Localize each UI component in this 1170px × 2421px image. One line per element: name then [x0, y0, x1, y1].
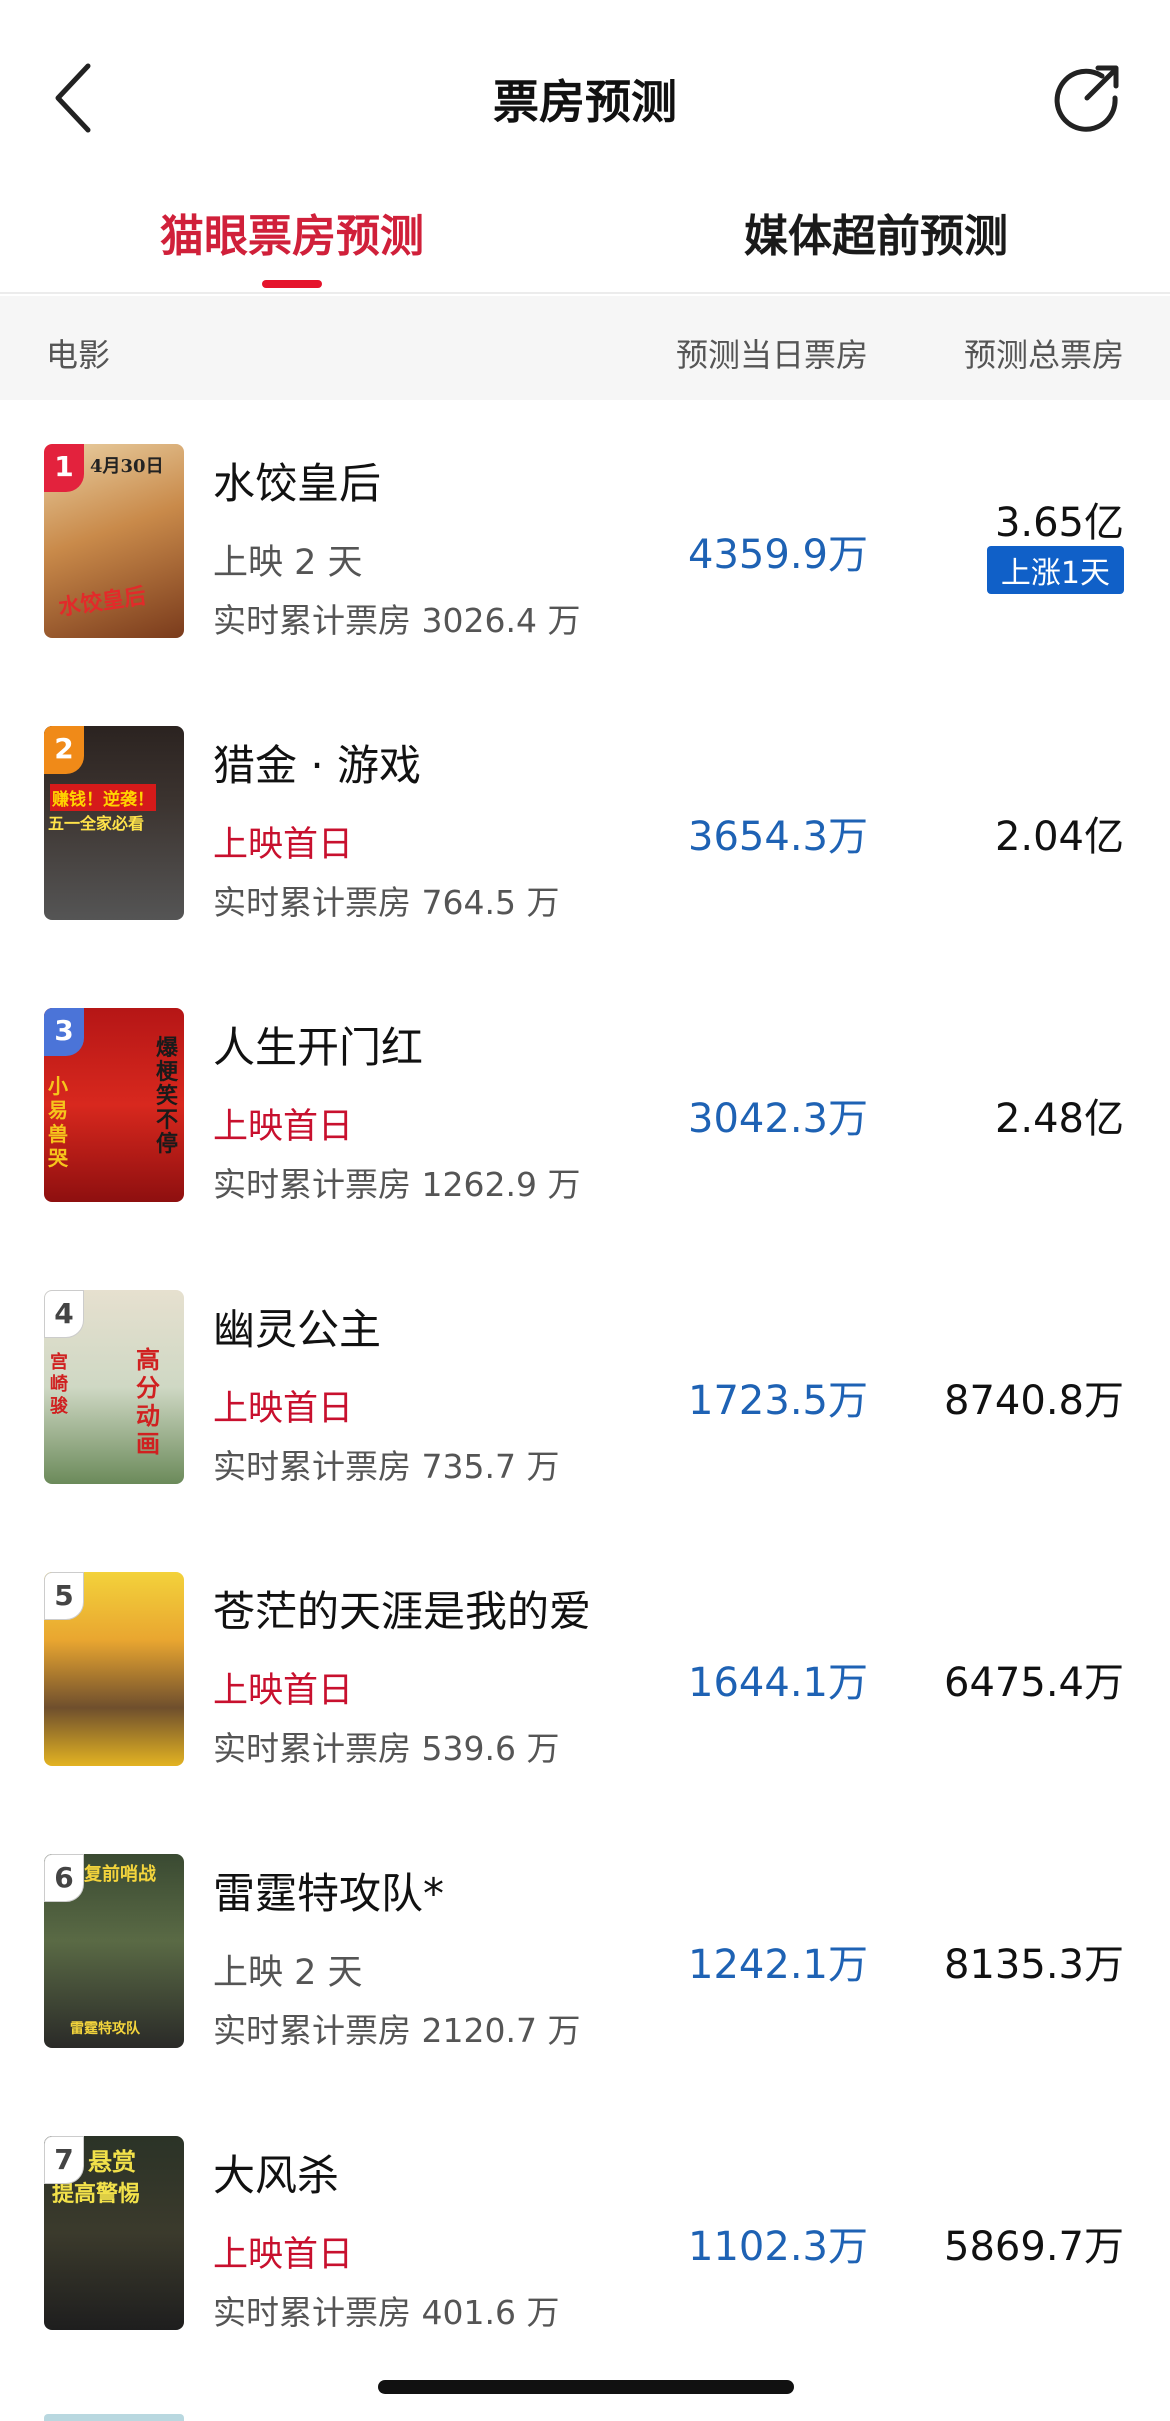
movie-poster: 悬赏 提高警惕 7	[44, 2136, 184, 2330]
trend-badge: 上涨1天	[986, 546, 1124, 594]
forecast-today-value: 4359.9万	[688, 532, 868, 578]
movie-title: 苍茫的天涯是我的爱	[213, 1587, 592, 1636]
movie-row[interactable]: 4月30日 水饺皇后 1 水饺皇后 上映 2 天 实时累计票房 3026.4 万…	[0, 400, 1170, 682]
nav-bar: 票房预测	[0, 0, 1170, 190]
movie-poster: 5	[44, 1572, 184, 1766]
realtime-box-office: 实时累计票房 2120.7 万	[213, 2011, 581, 2050]
poster-caption: 五一全家必看	[48, 814, 145, 833]
tab-maoyan-forecast[interactable]: 猫眼票房预测	[160, 200, 424, 264]
rank-badge: 5	[44, 1572, 84, 1620]
rank-badge: 3	[44, 1008, 84, 1056]
realtime-box-office: 实时累计票房 539.6 万	[213, 1729, 560, 1768]
movie-title: 水饺皇后	[213, 459, 382, 508]
poster-caption: 爆梗笑不停	[156, 1035, 179, 1157]
next-poster-peek	[44, 2414, 184, 2421]
release-status: 上映 2 天	[213, 543, 363, 583]
rank-badge: 4	[44, 1290, 84, 1338]
forecast-total-value: 3.65亿	[994, 500, 1124, 546]
movie-title: 幽灵公主	[213, 1305, 382, 1354]
rank-badge: 1	[44, 444, 84, 492]
rank-badge: 6	[44, 1854, 84, 1902]
forecast-total-value: 2.48亿	[994, 1096, 1124, 1142]
column-header: 电影 预测当日票房 预测总票房	[0, 296, 1170, 400]
forecast-total-value: 2.04亿	[994, 814, 1124, 860]
forecast-today-value: 1723.5万	[688, 1378, 868, 1424]
home-indicator[interactable]	[378, 2380, 794, 2394]
release-status: 上映首日	[213, 2235, 354, 2275]
release-status: 上映 2 天	[213, 1953, 363, 1993]
release-status: 上映首日	[213, 825, 354, 865]
movie-poster: 复前哨战 雷霆特攻队 6	[44, 1854, 184, 2048]
forecast-total-value: 6475.4万	[944, 1660, 1124, 1706]
forecast-today-value: 3042.3万	[688, 1096, 868, 1142]
forecast-total-value: 5869.7万	[944, 2224, 1124, 2270]
movie-poster: 赚钱！逆袭！ 五一全家必看 2	[44, 726, 184, 920]
poster-caption: 宫崎骏	[50, 1352, 68, 1417]
realtime-box-office: 实时累计票房 764.5 万	[213, 883, 560, 922]
forecast-today-value: 1644.1万	[688, 1660, 868, 1706]
movie-row[interactable]: 高分动画 宫崎骏 4 幽灵公主 上映首日 实时累计票房 735.7 万 1723…	[0, 1246, 1170, 1528]
share-icon[interactable]	[1052, 62, 1122, 132]
forecast-today-value: 1102.3万	[688, 2224, 868, 2270]
forecast-total-value: 8740.8万	[944, 1378, 1124, 1424]
realtime-box-office: 实时累计票房 401.6 万	[213, 2293, 560, 2332]
forecast-today-value: 1242.1万	[688, 1942, 868, 1988]
tab-media-forecast[interactable]: 媒体超前预测	[744, 200, 1008, 264]
poster-caption: 4月30日	[90, 456, 164, 477]
column-total-label: 预测总票房	[963, 336, 1124, 374]
realtime-box-office: 实时累计票房 735.7 万	[213, 1447, 560, 1486]
active-tab-indicator	[262, 280, 322, 288]
rank-badge: 2	[44, 726, 84, 774]
poster-caption: 雷霆特攻队	[70, 2021, 140, 2037]
movie-poster: 4月30日 水饺皇后 1	[44, 444, 184, 638]
movie-title: 猎金 · 游戏	[213, 741, 422, 790]
realtime-box-office: 实时累计票房 3026.4 万	[213, 601, 581, 640]
forecast-today-value: 3654.3万	[688, 814, 868, 860]
release-status: 上映首日	[213, 1107, 354, 1147]
poster-caption: 小易兽哭	[48, 1074, 68, 1170]
poster-caption: 复前哨战	[84, 1864, 156, 1885]
column-today-label: 预测当日票房	[675, 336, 868, 374]
movie-title: 雷霆特攻队*	[213, 1869, 445, 1918]
rank-badge: 7	[44, 2136, 84, 2184]
column-movie-label: 电影	[46, 336, 111, 374]
tab-bar: 猫眼票房预测 媒体超前预测	[0, 190, 1170, 294]
movie-row[interactable]: 爆梗笑不停 小易兽哭 3 人生开门红 上映首日 实时累计票房 1262.9 万 …	[0, 964, 1170, 1246]
release-status: 上映首日	[213, 1671, 354, 1711]
movie-row[interactable]: 复前哨战 雷霆特攻队 6 雷霆特攻队* 上映 2 天 实时累计票房 2120.7…	[0, 1810, 1170, 2092]
movie-row[interactable]: 5 苍茫的天涯是我的爱 上映首日 实时累计票房 539.6 万 1644.1万 …	[0, 1528, 1170, 1810]
movie-poster: 爆梗笑不停 小易兽哭 3	[44, 1008, 184, 1202]
forecast-total-value: 8135.3万	[944, 1942, 1124, 1988]
movie-poster: 高分动画 宫崎骏 4	[44, 1290, 184, 1484]
poster-caption: 高分动画	[136, 1345, 160, 1458]
poster-caption: 赚钱！逆袭！	[50, 784, 156, 811]
movie-title: 大风杀	[213, 2151, 340, 2200]
release-status: 上映首日	[213, 1389, 354, 1429]
poster-caption: 悬赏	[88, 2147, 136, 2176]
movie-title: 人生开门红	[213, 1023, 424, 1072]
page-title: 票房预测	[493, 75, 677, 129]
realtime-box-office: 实时累计票房 1262.9 万	[213, 1165, 581, 1204]
movie-row[interactable]: 赚钱！逆袭！ 五一全家必看 2 猎金 · 游戏 上映首日 实时累计票房 764.…	[0, 682, 1170, 964]
movie-row[interactable]: 悬赏 提高警惕 7 大风杀 上映首日 实时累计票房 401.6 万 1102.3…	[0, 2092, 1170, 2374]
